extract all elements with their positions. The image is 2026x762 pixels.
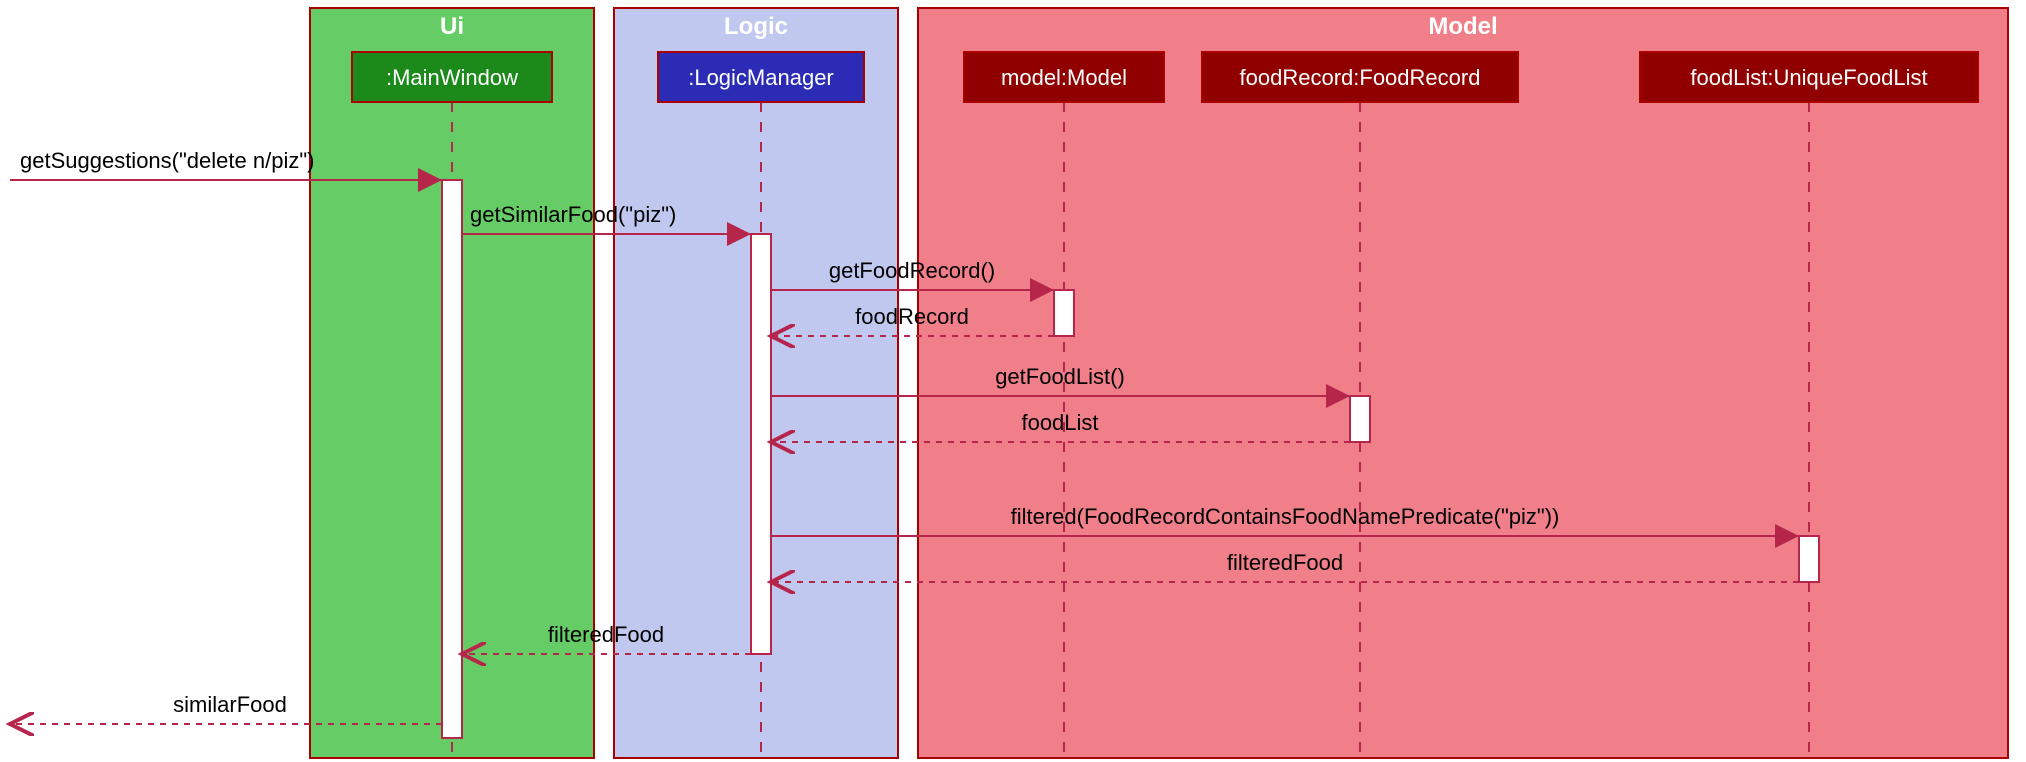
msg-getSimilarFood-label: getSimilarFood("piz") bbox=[470, 202, 676, 227]
participant-model: model:Model bbox=[964, 52, 1164, 102]
msg-getFoodRecord-label: getFoodRecord() bbox=[829, 258, 995, 283]
msg-retSimilarFood-label: similarFood bbox=[173, 692, 287, 717]
msg-getSuggestions-label: getSuggestions("delete n/piz") bbox=[20, 148, 314, 173]
participant-mainwindow: :MainWindow bbox=[352, 52, 552, 102]
region-model-label: Model bbox=[1428, 13, 1497, 40]
msg-retFoodList-label: foodList bbox=[1021, 410, 1098, 435]
region-ui-label: Ui bbox=[440, 13, 464, 40]
activation-foodrecord bbox=[1350, 396, 1370, 442]
participant-model-label: model:Model bbox=[1001, 65, 1127, 90]
participant-logicmanager: :LogicManager bbox=[658, 52, 864, 102]
participant-mainwindow-label: :MainWindow bbox=[386, 65, 518, 90]
sequence-diagram: Ui Logic Model :MainWindow :LogicManager… bbox=[0, 0, 2026, 762]
activation-foodlist bbox=[1799, 536, 1819, 582]
participant-foodlist: foodList:UniqueFoodList bbox=[1640, 52, 1978, 102]
msg-getFoodList-label: getFoodList() bbox=[995, 364, 1125, 389]
activation-model bbox=[1054, 290, 1074, 336]
msg-retFilteredFood-label: filteredFood bbox=[1227, 550, 1343, 575]
participant-foodrecord-label: foodRecord:FoodRecord bbox=[1240, 65, 1481, 90]
region-logic-label: Logic bbox=[724, 13, 788, 40]
participant-foodlist-label: foodList:UniqueFoodList bbox=[1690, 65, 1927, 90]
activation-logicmanager bbox=[751, 234, 771, 654]
activation-mainwindow bbox=[442, 180, 462, 738]
participant-foodrecord: foodRecord:FoodRecord bbox=[1202, 52, 1518, 102]
participant-logicmanager-label: :LogicManager bbox=[688, 65, 834, 90]
msg-filtered-label: filtered(FoodRecordContainsFoodNamePredi… bbox=[1011, 504, 1560, 529]
msg-retFilteredFood2-label: filteredFood bbox=[548, 622, 664, 647]
msg-retFoodRecord-label: foodRecord bbox=[855, 304, 969, 329]
